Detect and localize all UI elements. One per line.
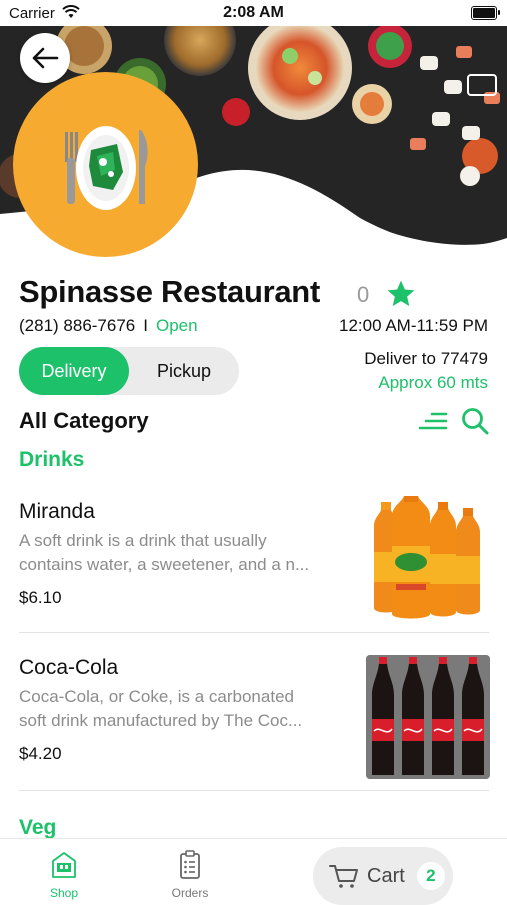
- search-icon[interactable]: [460, 406, 490, 436]
- section-title-drinks: Drinks: [19, 448, 85, 471]
- phone-separator: I: [143, 316, 148, 335]
- star-icon[interactable]: [385, 278, 417, 310]
- item-description-line: A soft drink is a drink that usually: [19, 531, 267, 550]
- item-description-line: soft drink manufactured by The Coc...: [19, 711, 303, 730]
- order-mode-toggle: Delivery Pickup: [19, 347, 239, 395]
- divider: [19, 790, 489, 791]
- battery-icon: [471, 6, 500, 20]
- item-description-line: Coca-Cola, or Coke, is a carbonated: [19, 687, 294, 706]
- cart-count-badge: 2: [416, 862, 445, 890]
- arrow-left-icon: [32, 47, 59, 69]
- cart-button[interactable]: Cart 2: [313, 847, 453, 905]
- approx-time: Approx 60 mts: [378, 373, 488, 392]
- item-image: [366, 655, 490, 779]
- item-description: Coca-Cola, or Coke, is a carbonated soft…: [19, 685, 364, 733]
- restaurant-logo: [13, 72, 198, 257]
- status-time: 2:08 AM: [223, 4, 284, 21]
- cart-label: Cart: [367, 864, 405, 887]
- deliver-to[interactable]: Deliver to 77479: [364, 349, 488, 369]
- divider: [19, 632, 489, 633]
- tab-orders[interactable]: Orders: [155, 849, 225, 900]
- menu-item[interactable]: Coca-Cola Coca-Cola, or Coke, is a carbo…: [0, 652, 507, 790]
- plate-icon: [64, 125, 148, 210]
- delivery-option[interactable]: Delivery: [19, 347, 129, 395]
- tab-orders-label: Orders: [171, 886, 209, 900]
- shop-icon: [52, 852, 76, 878]
- open-status: Open: [156, 316, 198, 335]
- phone-number[interactable]: (281) 886-7676: [19, 316, 135, 335]
- pickup-option[interactable]: Pickup: [129, 347, 239, 395]
- category-header[interactable]: All Category: [19, 408, 149, 434]
- status-bar: Carrier 2:08 AM: [0, 0, 507, 26]
- menu-item[interactable]: Miranda A soft drink is a drink that usu…: [0, 496, 507, 632]
- rating-count: 0: [357, 282, 370, 307]
- filter-icon[interactable]: [418, 410, 448, 432]
- item-description-line: contains water, a sweetener, and a n...: [19, 555, 310, 574]
- section-title-veg: Veg: [19, 816, 57, 839]
- clipboard-icon: [180, 850, 200, 879]
- back-button[interactable]: [20, 33, 70, 83]
- opening-hours: 12:00 AM-11:59 PM: [339, 316, 488, 335]
- cart-icon: [329, 865, 358, 888]
- item-price: $4.20: [19, 744, 62, 763]
- phone-line: (281) 886-7676 I Open: [19, 316, 198, 336]
- item-description: A soft drink is a drink that usually con…: [19, 529, 364, 577]
- item-name: Coca-Cola: [19, 656, 119, 679]
- item-price: $6.10: [19, 588, 62, 607]
- item-image: [366, 496, 490, 622]
- tab-shop-label: Shop: [49, 886, 79, 900]
- tab-shop[interactable]: Shop: [29, 849, 99, 900]
- restaurant-name: Spinasse Restaurant: [19, 274, 320, 309]
- item-name: Miranda: [19, 500, 95, 523]
- screen-icon[interactable]: [467, 74, 497, 96]
